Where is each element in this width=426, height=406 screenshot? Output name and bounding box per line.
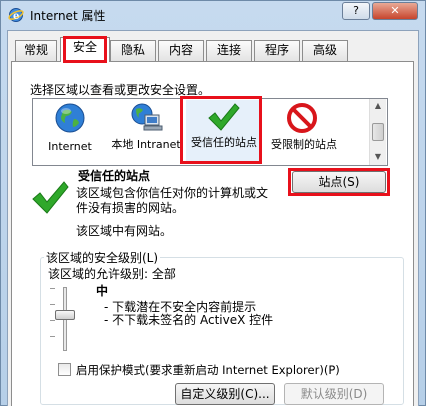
zone-local-intranet[interactable]: 本地 Intranet	[108, 100, 184, 162]
scroll-thumb[interactable]	[372, 123, 384, 141]
window-title: Internet 属性	[30, 9, 106, 23]
zone-sites-note: 该区域中有网站。	[76, 224, 173, 238]
zone-restricted-sites-label: 受限制的站点	[271, 138, 337, 151]
allowed-levels-text: 该区域的允许级别: 全部	[48, 267, 176, 281]
zone-internet-label: Internet	[48, 140, 92, 153]
scroll-up-icon[interactable]: ▲	[372, 100, 384, 112]
tab-content[interactable]: 内容	[158, 40, 204, 61]
zone-local-intranet-label: 本地 Intranet	[111, 138, 181, 151]
svg-text:e: e	[13, 11, 19, 22]
zone-title: 受信任的站点	[78, 169, 151, 183]
protected-mode-checkbox[interactable]	[58, 363, 71, 376]
zone-description: 该区域包含你信任对你的计算机或文件没有损害的网站。	[76, 186, 269, 215]
green-check-icon	[208, 103, 240, 131]
zone-internet[interactable]: Internet	[34, 100, 106, 162]
selected-zone-check-icon	[32, 181, 69, 214]
level-name: 中	[96, 284, 109, 298]
help-button[interactable]: ?	[342, 2, 370, 20]
zone-trusted-sites-label: 受信任的站点	[191, 136, 257, 149]
level-bullet-2: - 不下载未签名的 ActiveX 控件	[104, 313, 274, 327]
zone-restricted-sites[interactable]: 受限制的站点	[264, 100, 344, 162]
tab-programs[interactable]: 程序	[254, 40, 300, 61]
custom-level-button[interactable]: 自定义级别(C)...	[175, 383, 275, 405]
tab-privacy[interactable]: 隐私	[110, 40, 156, 61]
tab-connections[interactable]: 连接	[206, 40, 252, 61]
zone-trusted-sites[interactable]: 受信任的站点	[186, 100, 262, 162]
close-button[interactable]: ✕	[372, 2, 418, 20]
zone-list-scrollbar[interactable]: ▲ ▼	[369, 99, 386, 165]
security-level-slider-thumb[interactable]	[55, 310, 75, 320]
local-intranet-icon	[131, 103, 163, 131]
title-bar: e Internet 属性 ? ✕	[0, 0, 426, 30]
protected-mode-label[interactable]: 启用保护模式(要求重新启动 Internet Explorer)(P)	[76, 362, 340, 378]
select-zone-prompt: 选择区域以查看或更改安全设置。	[30, 83, 211, 97]
default-level-button[interactable]: 默认级别(D)	[284, 383, 384, 405]
tab-security[interactable]: 安全	[60, 37, 110, 62]
sites-button[interactable]: 站点(S)	[292, 171, 386, 193]
level-bullet-2-text: 不下载未签名的 ActiveX 控件	[112, 313, 274, 327]
slider-tick	[50, 288, 55, 289]
slider-tick	[50, 304, 55, 305]
slider-tick	[50, 336, 55, 337]
security-level-title: 该区域的安全级别(L)	[44, 249, 161, 266]
slider-tick	[50, 320, 55, 321]
prohibited-icon	[287, 103, 317, 133]
scroll-down-icon[interactable]: ▼	[372, 151, 384, 163]
internet-explorer-icon: e	[8, 8, 24, 22]
tab-advanced[interactable]: 高级	[302, 40, 348, 61]
globe-icon	[55, 103, 85, 133]
tab-general[interactable]: 常规	[15, 40, 57, 61]
